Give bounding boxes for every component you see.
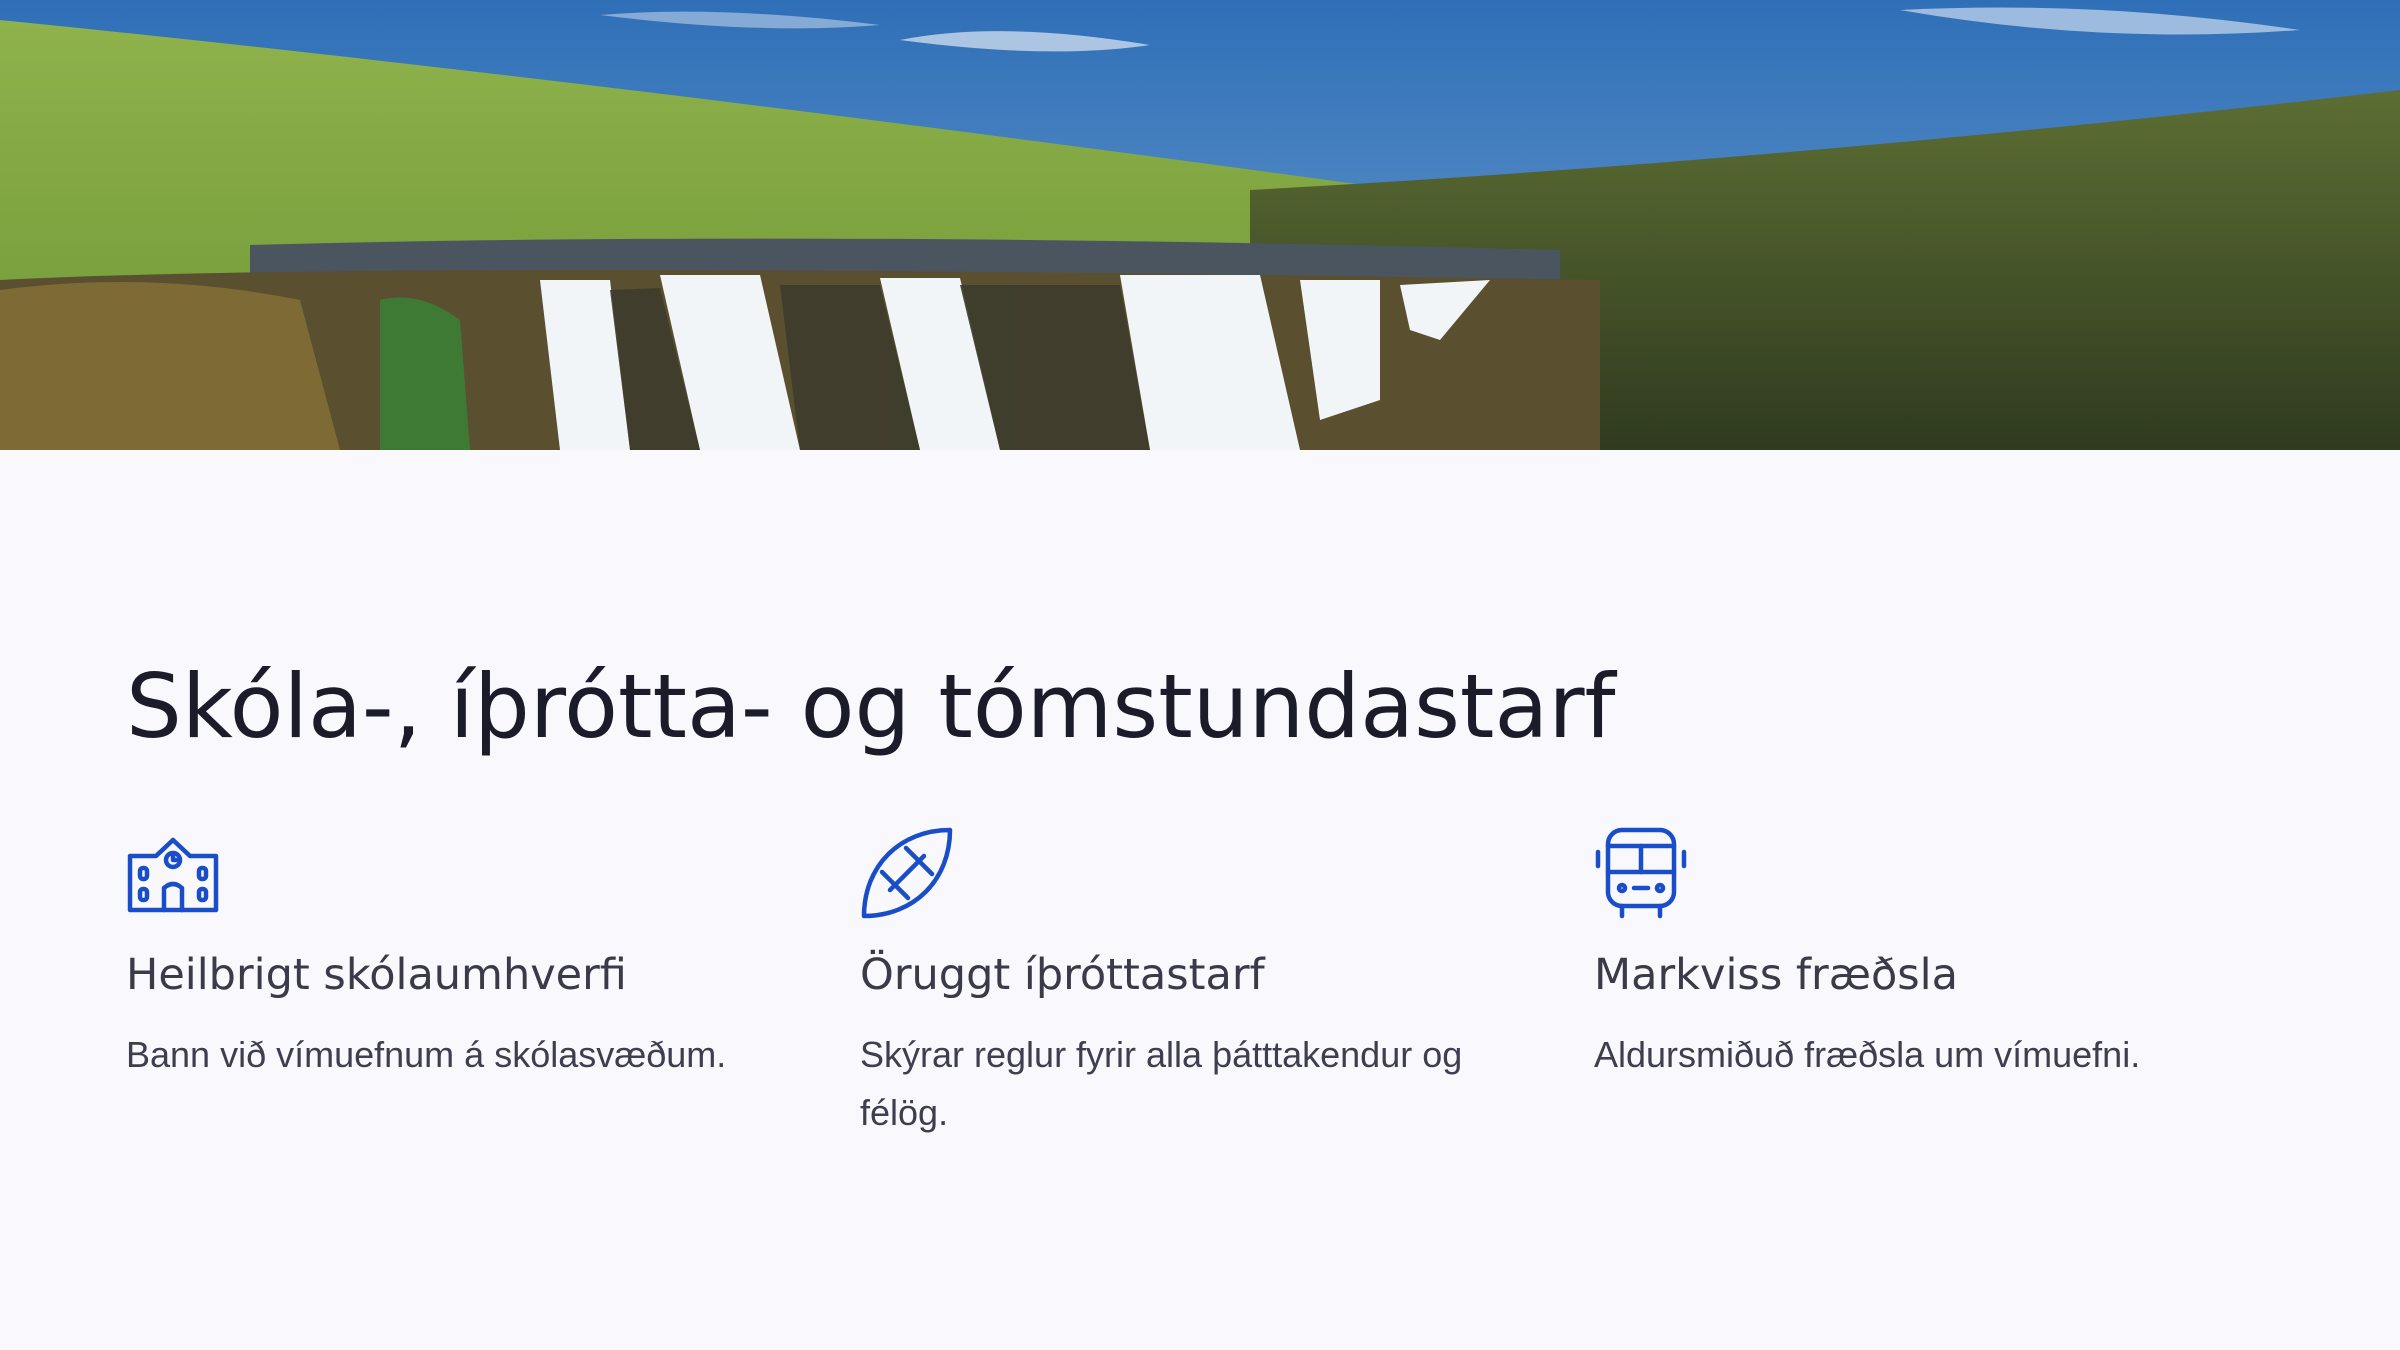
feature-text: Bann við vímuefnum á skólasvæðum. xyxy=(126,1034,727,1075)
feature-title: Öruggt íþróttastarf xyxy=(860,950,1265,1000)
school-building-icon xyxy=(126,826,220,920)
hero-image xyxy=(0,0,2400,450)
feature-sports: Öruggt íþróttastarf Skýrar reglur fyrir … xyxy=(860,826,1560,1133)
feature-title: Heilbrigt skólaumhverfi xyxy=(126,950,627,1000)
feature-education: Markviss fræðsla Aldursmiðuð fræðsla um … xyxy=(1594,826,2294,1075)
feature-text: Skýrar reglur fyrir alla þátttakendur og… xyxy=(860,1034,1463,1133)
page-title: Skóla-, íþrótta- og tómstundastarf xyxy=(126,655,1616,758)
feature-school: Heilbrigt skólaumhverfi Bann við vímuefn… xyxy=(126,826,826,1075)
rugby-ball-icon xyxy=(860,826,954,920)
feature-title: Markviss fræðsla xyxy=(1594,950,1958,1000)
bus-icon xyxy=(1594,826,1688,920)
feature-text: Aldursmiðuð fræðsla um vímuefni. xyxy=(1594,1034,2141,1075)
